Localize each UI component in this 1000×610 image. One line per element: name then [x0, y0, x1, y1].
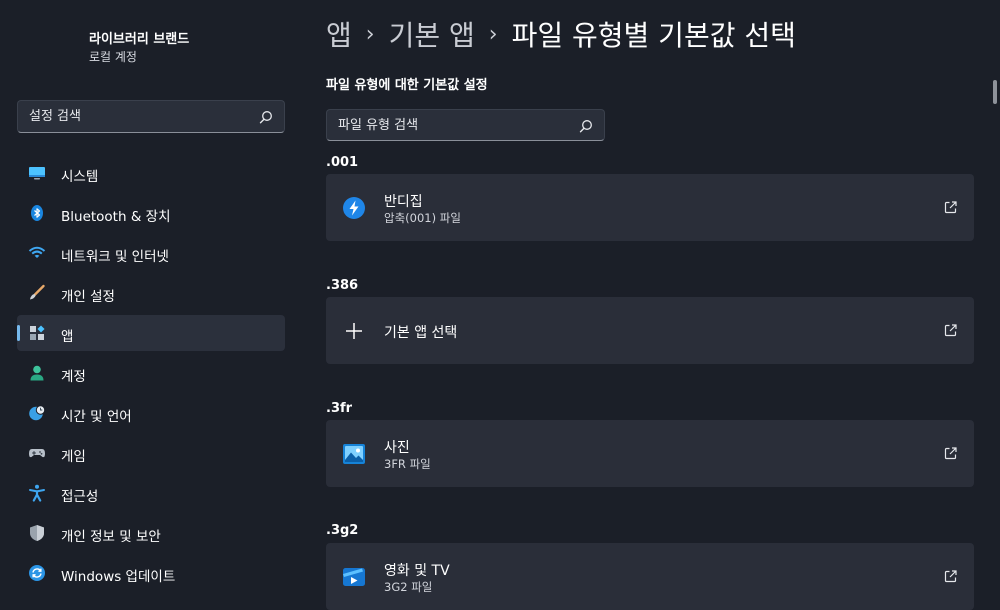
open-external-icon: [944, 570, 957, 583]
sidebar-item-time-language[interactable]: 시간 및 언어: [17, 395, 285, 431]
file-extension-label: .3fr: [326, 401, 353, 416]
account-info[interactable]: 라이브러리 브랜드 로컬 계정: [89, 31, 189, 66]
file-extension-label: .3g2: [326, 523, 359, 538]
sidebar-item-label: 게임: [61, 449, 86, 465]
choose-default-app-label: 기본 앱 선택: [384, 325, 458, 341]
wifi-icon: [28, 246, 46, 258]
sidebar-item-label: 네트워크 및 인터넷: [61, 249, 169, 265]
sidebar-item-accounts[interactable]: 계정: [17, 355, 285, 391]
chevron-right-icon: ›: [365, 21, 375, 47]
bandizip-icon: [343, 197, 365, 219]
sidebar-item-privacy-security[interactable]: 개인 정보 및 보안: [17, 515, 285, 551]
sidebar-item-label: 접근성: [61, 489, 99, 505]
default-app-name: 영화 및 TV: [384, 563, 450, 579]
sidebar-item-windows-update[interactable]: Windows 업데이트: [17, 555, 285, 591]
file-extension-label: .386: [326, 278, 359, 293]
account-type: 로컬 계정: [89, 50, 137, 64]
settings-window: 라이브러리 브랜드 로컬 계정 시스템: [0, 0, 1000, 610]
person-icon: [30, 365, 44, 381]
open-external-icon: [944, 201, 957, 214]
sidebar-item-label: 개인 정보 및 보안: [61, 529, 161, 545]
sidebar-item-system[interactable]: 시스템: [17, 155, 285, 191]
file-extension-label: .001: [326, 155, 359, 170]
sidebar-item-label: 시스템: [61, 169, 99, 185]
search-icon[interactable]: [579, 119, 593, 133]
section-title: 파일 유형에 대한 기본값 설정: [326, 78, 488, 93]
plus-icon: [346, 323, 362, 339]
shield-icon: [30, 525, 44, 541]
open-external-icon: [944, 447, 957, 460]
sidebar-item-label: 개인 설정: [61, 289, 115, 305]
file-type-card[interactable]: 기본 앱 선택: [326, 297, 974, 364]
sidebar-item-label: 계정: [61, 369, 86, 385]
file-type-search-input[interactable]: [338, 110, 558, 141]
breadcrumb-apps-link[interactable]: 앱: [326, 14, 352, 54]
chevron-right-icon: ›: [488, 21, 498, 47]
sidebar-item-label: Windows 업데이트: [61, 569, 176, 585]
breadcrumb-default-apps-link[interactable]: 기본 앱: [389, 14, 475, 54]
sidebar-item-bluetooth[interactable]: Bluetooth & 장치: [17, 195, 285, 231]
sidebar: 라이브러리 브랜드 로컬 계정 시스템: [0, 0, 300, 610]
default-app-name: 사진: [384, 440, 410, 456]
settings-search-box[interactable]: [17, 100, 285, 133]
file-type-card[interactable]: 사진 3FR 파일: [326, 420, 974, 487]
sidebar-item-apps[interactable]: 앱: [17, 315, 285, 351]
accessibility-icon: [29, 484, 45, 502]
brush-icon: [30, 284, 45, 300]
file-type-description: 3FR 파일: [384, 457, 431, 471]
sidebar-nav: 시스템 Bluetooth & 장치 네트워크 및 인터넷 개인 설정 앱 계정…: [17, 155, 285, 595]
page-title: 파일 유형별 기본값 선택: [511, 19, 796, 52]
update-icon: [29, 565, 45, 581]
apps-icon: [30, 325, 45, 340]
account-name: 라이브러리 브랜드: [89, 32, 190, 47]
default-app-name: 반디집: [384, 194, 423, 210]
search-icon[interactable]: [259, 110, 273, 124]
photos-icon: [343, 444, 365, 464]
clock-globe-icon: [29, 405, 46, 421]
file-type-search-box[interactable]: [326, 109, 605, 141]
gamepad-icon: [29, 449, 45, 458]
breadcrumb: 앱 › 기본 앱 › 파일 유형별 기본값 선택: [326, 14, 796, 54]
bluetooth-icon: [31, 205, 43, 221]
monitor-icon: [29, 167, 45, 180]
sidebar-item-accessibility[interactable]: 접근성: [17, 475, 285, 511]
file-type-card[interactable]: 반디집 압축(001) 파일: [326, 174, 974, 241]
sidebar-item-label: 앱: [61, 329, 74, 345]
movies-tv-icon: [343, 568, 365, 586]
settings-search-input[interactable]: [29, 101, 249, 132]
sidebar-item-gaming[interactable]: 게임: [17, 435, 285, 471]
sidebar-item-network[interactable]: 네트워크 및 인터넷: [17, 235, 285, 271]
file-type-description: 3G2 파일: [384, 580, 433, 594]
scrollbar-thumb[interactable]: [993, 80, 997, 104]
open-external-icon: [944, 324, 957, 337]
sidebar-item-label: Bluetooth & 장치: [61, 209, 171, 225]
sidebar-item-label: 시간 및 언어: [61, 409, 132, 425]
file-type-card[interactable]: 영화 및 TV 3G2 파일: [326, 543, 974, 610]
sidebar-item-personalization[interactable]: 개인 설정: [17, 275, 285, 311]
file-type-description: 압축(001) 파일: [384, 211, 461, 225]
